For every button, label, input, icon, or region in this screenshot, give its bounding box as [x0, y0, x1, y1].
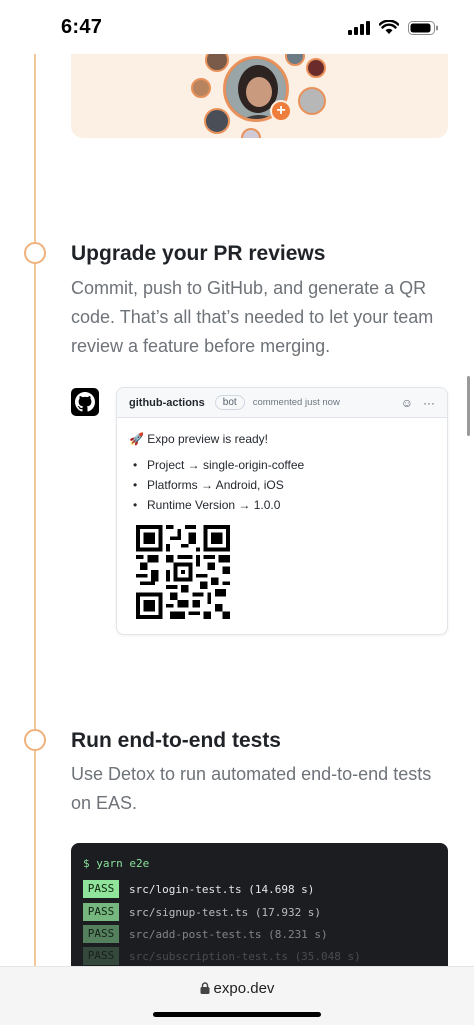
avatar [285, 54, 305, 66]
bot-badge: bot [214, 395, 245, 410]
terminal-command: $ yarn e2e [83, 857, 150, 870]
lock-icon [200, 982, 210, 994]
test-result: src/login-test.ts (14.698 s) [129, 882, 315, 896]
avatar [191, 78, 211, 98]
status-bar: 6:47 [0, 0, 474, 54]
list-item: Project → single-origin-coffee [133, 458, 435, 472]
url-text: expo.dev [213, 980, 275, 997]
url-field[interactable]: expo.dev [0, 980, 474, 997]
timeline-line [34, 54, 36, 969]
test-row: PASS src/signup-test.ts (17.932 s) [83, 903, 321, 921]
avatar [204, 108, 230, 134]
status-icons [348, 20, 438, 35]
section-title-e2e: Run end-to-end tests [71, 729, 281, 752]
timeline-dot [24, 242, 46, 264]
qr-code [136, 525, 230, 619]
list-item: Runtime Version → 1.0.0 [133, 498, 435, 512]
test-row: PASS src/subscription-test.ts (35.048 s) [83, 947, 361, 965]
section-description-pr-reviews: Commit, push to GitHub, and generate a Q… [71, 278, 434, 356]
list-item: Platforms → Android, iOS [133, 478, 435, 492]
add-icon: + [270, 100, 292, 122]
emoji-reaction-icon[interactable]: ☺ [401, 396, 413, 410]
pass-badge: PASS [83, 925, 119, 943]
comment-heading: 🚀 Expo preview is ready! [129, 432, 268, 446]
test-row: PASS src/login-test.ts (14.698 s) [83, 880, 314, 898]
status-time: 6:47 [61, 16, 103, 38]
comment-header: github-actions bot commented just now ☺ … [117, 388, 447, 418]
avatar [241, 128, 261, 138]
browser-address-bar: expo.dev [0, 966, 474, 1025]
cellular-signal-icon [348, 20, 370, 35]
avatar [205, 54, 229, 72]
test-result: src/signup-test.ts (17.932 s) [129, 905, 322, 919]
home-indicator[interactable] [153, 1012, 321, 1017]
battery-icon [408, 20, 438, 35]
timeline-dot [24, 729, 46, 751]
more-options-icon[interactable]: ··· [423, 396, 435, 410]
avatar-cluster-card: + [71, 54, 448, 138]
comment-list: Project → single-origin-coffee Platforms… [129, 458, 435, 512]
avatar [306, 58, 326, 78]
comment-body: 🚀 Expo preview is ready! Project → singl… [117, 418, 447, 532]
pass-badge: PASS [83, 880, 119, 898]
wifi-icon [379, 20, 399, 34]
comment-timestamp: commented just now [252, 397, 340, 408]
test-row: PASS src/add-post-test.ts (8.231 s) [83, 925, 328, 943]
github-icon [71, 388, 99, 416]
pass-badge: PASS [83, 947, 119, 965]
section-description-e2e: Use Detox to run automated end-to-end te… [71, 764, 432, 813]
avatar [298, 87, 326, 115]
section-title-pr-reviews: Upgrade your PR reviews [71, 242, 326, 265]
test-result: src/subscription-test.ts (35.048 s) [129, 949, 361, 963]
pass-badge: PASS [83, 903, 119, 921]
scrollbar-thumb[interactable] [467, 376, 470, 436]
comment-author[interactable]: github-actions [129, 397, 205, 409]
test-result: src/add-post-test.ts (8.231 s) [129, 927, 328, 941]
terminal-window: $ yarn e2e PASS src/login-test.ts (14.69… [71, 843, 448, 973]
github-comment-card: github-actions bot commented just now ☺ … [116, 387, 448, 635]
